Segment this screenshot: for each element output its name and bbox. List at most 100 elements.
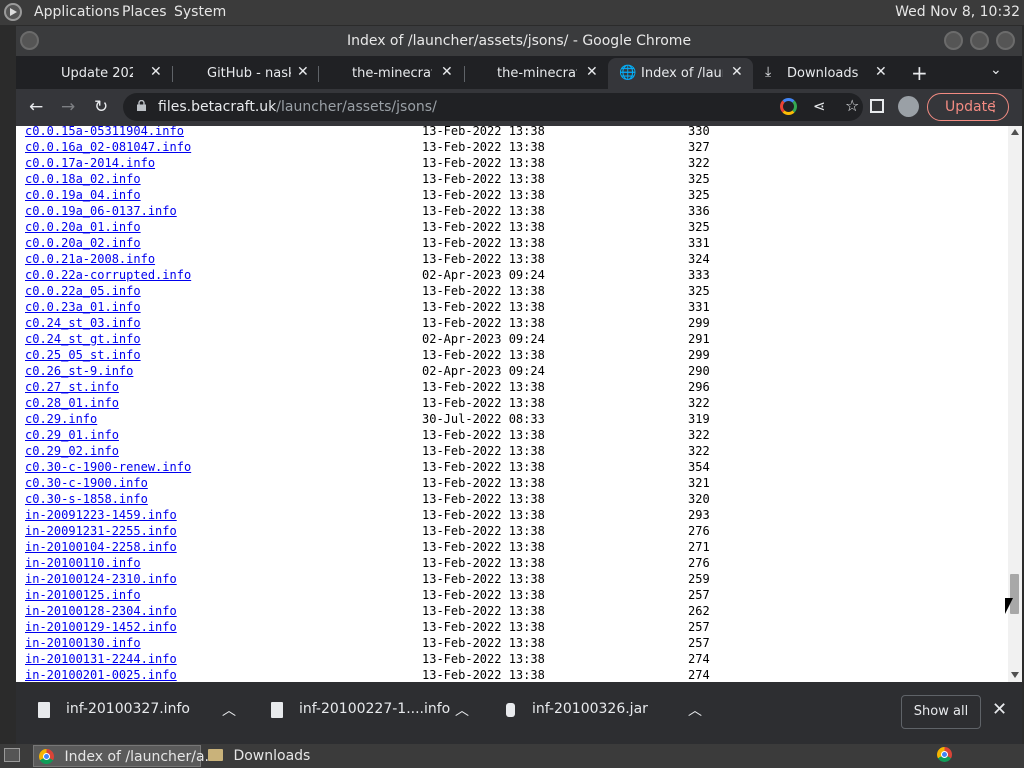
scroll-up-arrow-icon[interactable] — [1011, 129, 1019, 135]
file-link[interactable]: c0.0.16a_02-081047.info — [25, 139, 191, 155]
file-link[interactable]: c0.25_05_st.info — [25, 347, 141, 363]
file-link[interactable]: in-20091223-1459.info — [25, 507, 177, 523]
file-date: 13-Feb-2022 13:38 — [422, 236, 545, 250]
file-link[interactable]: c0.29_02.info — [25, 443, 119, 459]
show-all-button[interactable]: Show all — [901, 695, 981, 729]
profile-avatar[interactable] — [898, 96, 919, 117]
file-link[interactable]: c0.0.23a_01.info — [25, 299, 141, 315]
chevron-up-icon[interactable]: ︿ — [455, 700, 469, 720]
reload-icon[interactable]: ↻ — [94, 97, 108, 117]
file-date: 13-Feb-2022 13:38 — [422, 636, 545, 650]
forward-arrow-icon[interactable]: → — [61, 97, 75, 117]
window-menu-button[interactable] — [20, 31, 39, 50]
menu-kebab-icon[interactable]: ⋮ — [987, 94, 1001, 120]
file-link[interactable]: c0.29_01.info — [25, 427, 119, 443]
menu-applications[interactable]: Applications — [34, 4, 120, 20]
file-date: 13-Feb-2022 13:38 — [422, 204, 545, 218]
file-link[interactable]: c0.0.22a-corrupted.info — [25, 267, 191, 283]
file-link[interactable]: c0.0.17a-2014.info — [25, 155, 155, 171]
file-date: 13-Feb-2022 13:38 — [422, 508, 545, 522]
file-link[interactable]: c0.30-c-1900-renew.info — [25, 459, 191, 475]
file-link[interactable]: c0.30-s-1858.info — [25, 491, 148, 507]
update-button[interactable]: Update ⋮ — [927, 93, 1009, 121]
minimize-button[interactable] — [944, 31, 963, 50]
tab-label: the-minecraft — [352, 66, 432, 81]
close-icon[interactable]: ✕ — [875, 64, 887, 80]
tab-index-of[interactable]: 🌐 Index of /laun ✕ — [608, 58, 753, 89]
tab-search-chevron-icon[interactable]: ⌄ — [990, 62, 1002, 78]
file-link[interactable]: c0.0.22a_05.info — [25, 283, 141, 299]
file-link[interactable]: in-20100104-2258.info — [25, 539, 177, 555]
close-icon[interactable]: ✕ — [297, 64, 309, 80]
file-link[interactable]: c0.29.info — [25, 411, 97, 427]
file-link[interactable]: c0.24_st_03.info — [25, 315, 141, 331]
clock[interactable]: Wed Nov 8, 10:32 — [895, 4, 1020, 20]
os-logo-icon[interactable] — [4, 3, 22, 21]
tab-minecraft-2[interactable]: the-minecraft ✕ — [465, 58, 607, 89]
menu-places[interactable]: Places — [122, 4, 167, 20]
file-link[interactable]: in-20100110.info — [25, 555, 141, 571]
chevron-up-icon[interactable]: ︿ — [222, 700, 236, 720]
file-size: 291 — [688, 332, 710, 346]
close-window-button[interactable] — [996, 31, 1015, 50]
chevron-up-icon[interactable]: ︿ — [688, 700, 702, 720]
file-link[interactable]: in-20100130.info — [25, 635, 141, 651]
share-icon[interactable]: ⋖ — [813, 97, 826, 115]
file-link[interactable]: c0.0.21a-2008.info — [25, 251, 155, 267]
file-link[interactable]: c0.0.20a_01.info — [25, 219, 141, 235]
close-icon[interactable]: ✕ — [586, 64, 598, 80]
menu-system[interactable]: System — [174, 4, 226, 20]
lock-icon[interactable] — [137, 100, 146, 111]
file-link[interactable]: in-20100131-2244.info — [25, 651, 177, 667]
file-link[interactable]: c0.27_st.info — [25, 379, 119, 395]
taskbar-item-downloads[interactable]: Downloads — [203, 745, 373, 767]
url-text: files.betacraft.uk/launcher/assets/jsons… — [158, 99, 437, 115]
file-link[interactable]: c0.0.18a_02.info — [25, 171, 141, 187]
file-link[interactable]: in-20100125.info — [25, 587, 141, 603]
file-link[interactable]: c0.26_st-9.info — [25, 363, 133, 379]
file-date: 13-Feb-2022 13:38 — [422, 220, 545, 234]
bookmark-star-icon[interactable]: ☆ — [845, 96, 859, 115]
close-icon[interactable]: ✕ — [150, 64, 162, 80]
address-bar[interactable]: files.betacraft.uk/launcher/assets/jsons… — [123, 93, 863, 121]
show-desktop-icon[interactable] — [4, 748, 20, 762]
tab-update[interactable]: Update 20211 ✕ — [24, 58, 173, 89]
chrome-tray-icon[interactable] — [937, 747, 952, 763]
tab-downloads[interactable]: ⤓ Downloads ✕ — [754, 58, 896, 89]
file-link[interactable]: in-20100128-2304.info — [25, 603, 177, 619]
file-link[interactable]: c0.28_01.info — [25, 395, 119, 411]
close-icon[interactable]: ✕ — [992, 699, 1007, 720]
file-date: 13-Feb-2022 13:38 — [422, 572, 545, 586]
download-item[interactable]: inf-20100227-1....info ︿ — [271, 700, 481, 724]
file-link[interactable]: in-20100129-1452.info — [25, 619, 177, 635]
file-date: 13-Feb-2022 13:38 — [422, 460, 545, 474]
new-tab-plus-icon[interactable]: + — [911, 61, 928, 85]
file-size: 324 — [688, 252, 710, 266]
google-lens-icon[interactable] — [780, 98, 797, 115]
file-link[interactable]: c0.0.15a-05311904.info — [25, 126, 184, 139]
close-icon[interactable]: ✕ — [731, 64, 743, 80]
tab-github[interactable]: GitHub - nask ✕ — [173, 58, 319, 89]
side-panel-icon[interactable] — [870, 99, 884, 113]
file-size: 271 — [688, 540, 710, 554]
tab-minecraft-1[interactable]: the-minecraft ✕ — [319, 58, 465, 89]
file-link[interactable]: c0.30-c-1900.info — [25, 475, 148, 491]
file-link[interactable]: c0.24_st_gt.info — [25, 331, 141, 347]
file-link[interactable]: in-20100124-2310.info — [25, 571, 177, 587]
file-link[interactable]: c0.0.19a_06-0137.info — [25, 203, 177, 219]
file-link[interactable]: c0.0.19a_04.info — [25, 187, 141, 203]
globe-icon: 🌐 — [619, 65, 637, 81]
taskbar-item-chrome[interactable]: Index of /launcher/a... — [33, 745, 218, 767]
file-link[interactable]: in-20100201-0025.info — [25, 667, 177, 682]
download-item[interactable]: inf-20100326.jar ︿ — [504, 700, 714, 724]
scroll-down-arrow-icon[interactable] — [1011, 672, 1019, 678]
maximize-button[interactable] — [970, 31, 989, 50]
file-link[interactable]: c0.0.20a_02.info — [25, 235, 141, 251]
file-link[interactable]: in-20091231-2255.info — [25, 523, 177, 539]
file-size: 293 — [688, 508, 710, 522]
download-item[interactable]: inf-20100327.info ︿ — [38, 700, 248, 724]
file-date: 02-Apr-2023 09:24 — [422, 364, 545, 378]
close-icon[interactable]: ✕ — [441, 64, 453, 80]
back-arrow-icon[interactable]: ← — [29, 97, 43, 117]
window-titlebar[interactable]: Index of /launcher/assets/jsons/ - Googl… — [16, 26, 1022, 56]
